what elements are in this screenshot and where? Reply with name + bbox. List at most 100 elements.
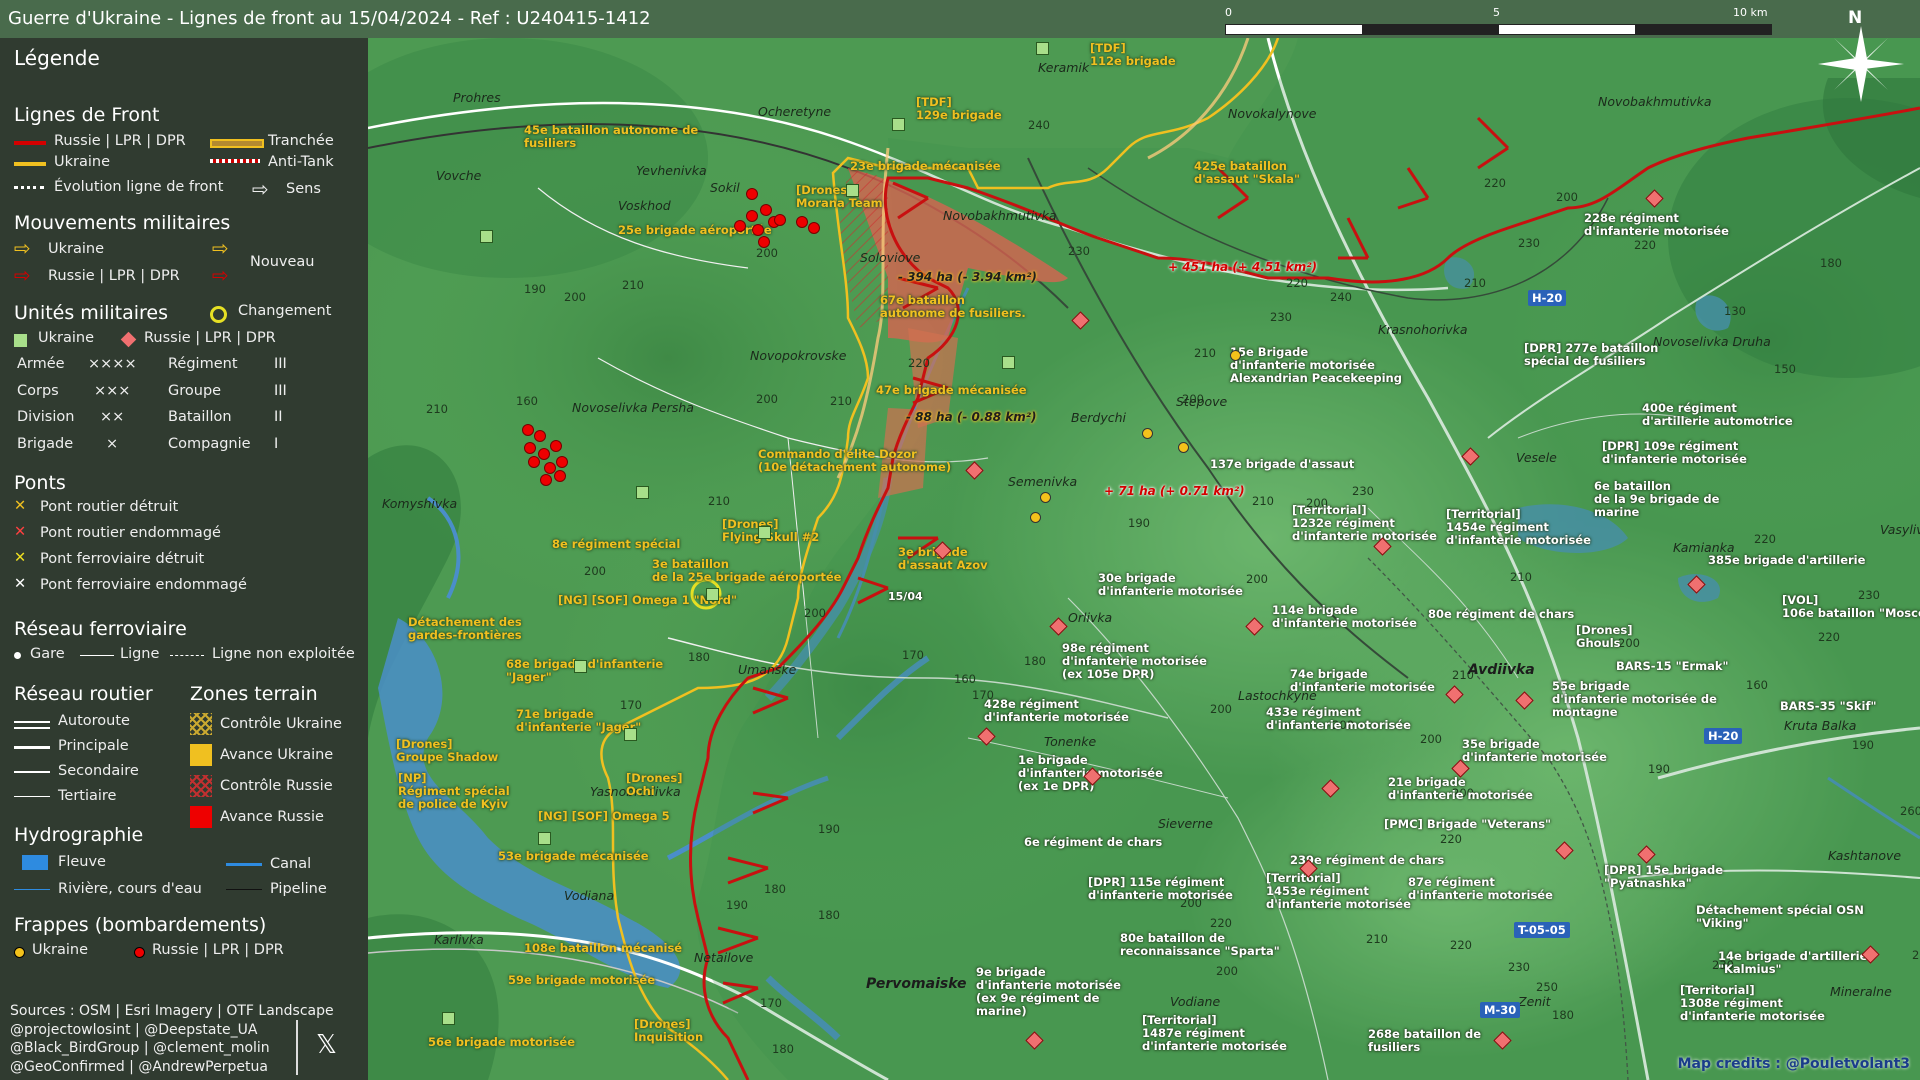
unit-ru-label[interactable]: 428e régiment d'infanterie motorisée	[984, 698, 1129, 724]
ua-unit-marker[interactable]	[574, 660, 587, 673]
echelon-label: Groupe	[168, 383, 222, 399]
ua-unit-marker[interactable]	[480, 230, 493, 243]
ua-unit-marker[interactable]	[636, 486, 649, 499]
unit-ru-label[interactable]: [DPR] 109e régiment d'infanterie motorisé…	[1602, 440, 1747, 466]
unit-ua-label[interactable]: 59e brigade motorisée	[508, 974, 655, 987]
unit-ua-label[interactable]: 47e brigade mécanisée	[876, 384, 1027, 397]
ua-unit-marker[interactable]	[1036, 42, 1049, 55]
road-badge-h20: H-20	[1528, 290, 1567, 306]
unit-ru-label[interactable]: [Territorial] 1232e régiment d'infanterie …	[1292, 504, 1437, 543]
unit-ua-label[interactable]: [NP] Régiment spécial de police de Kyiv	[398, 772, 510, 811]
ua-unit-marker[interactable]	[758, 526, 771, 539]
unit-ru-label[interactable]: 114e brigade d'infanterie motorisée	[1272, 604, 1417, 630]
unit-ru-label[interactable]: [DPR] 115e régiment d'infanterie motorisé…	[1088, 876, 1233, 902]
unit-ua-label[interactable]: Détachement des gardes-frontières	[408, 616, 522, 642]
unit-ru-label[interactable]: 6e bataillon de la 9e brigade de marine	[1594, 480, 1719, 519]
unit-ru-label[interactable]: 87e régiment d'infanterie motorisée	[1408, 876, 1553, 902]
ua-unit-marker[interactable]	[624, 728, 637, 741]
unit-ru-label[interactable]: 268e bataillon de fusiliers	[1368, 1028, 1481, 1054]
source-line[interactable]: @projectowlosint | @Deepstate_UA	[10, 1021, 334, 1040]
unit-ua-label[interactable]: [Drones] Ochi	[626, 772, 682, 798]
unit-ua-label[interactable]: [TDF] 112e brigade	[1090, 42, 1176, 68]
unit-ua-label[interactable]: 8e régiment spécial	[552, 538, 680, 551]
unit-ru-label[interactable]: [Territorial] 1308e régiment d'infanterie …	[1680, 984, 1825, 1023]
unit-ru-label[interactable]: 228e régiment d'infanterie motorisée	[1584, 212, 1729, 238]
unit-ru-label[interactable]: [Drones] Ghouls	[1576, 624, 1632, 650]
unit-ru-label[interactable]: 385e brigade d'artillerie	[1708, 554, 1865, 567]
unit-ua-label[interactable]: 45e bataillon autonome de fusiliers	[524, 124, 698, 150]
unit-ru-label[interactable]: 80e bataillon de reconnaissance "Sparta"	[1120, 932, 1280, 958]
unit-ru-label[interactable]: [PMC] Brigade "Veterans"	[1384, 818, 1551, 831]
unit-ru-label[interactable]: Détachement spécial OSN "Viking"	[1696, 904, 1864, 930]
unit-ru-label[interactable]: 98e régiment d'infanterie motorisée (ex 10…	[1062, 642, 1207, 681]
unit-ua-label[interactable]: Commando d'élite Dozor (10e détachement a…	[758, 448, 951, 474]
unit-ru-label[interactable]: 14e brigade d'artillerie "Kalmius"	[1718, 950, 1867, 976]
unit-ru-label[interactable]: [VOL]106e bataillon "Moscow"	[1782, 594, 1920, 620]
unit-ru-label[interactable]: 55e brigade d'infanterie motorisée de mont…	[1552, 680, 1717, 719]
unit-ru-label[interactable]: BARS-15 "Ermak"	[1616, 660, 1728, 673]
unit-ru-label[interactable]: [DPR] 277e bataillon spécial de fusiliers	[1524, 342, 1658, 368]
russia-line-swatch	[14, 141, 46, 145]
unit-ua-label[interactable]: [NG] [SOF] Omega 5	[538, 810, 670, 823]
unit-ua-label[interactable]: 56e brigade motorisée	[428, 1036, 575, 1049]
unit-ru-label[interactable]: 74e brigade d'infanterie motorisée	[1290, 668, 1435, 694]
road-badge-t0505: T-05-05	[1514, 922, 1570, 938]
echelon-symbol: II	[274, 409, 283, 425]
ua-unit-marker[interactable]	[846, 184, 859, 197]
echelon-label: Brigade	[17, 436, 74, 452]
unit-ru-label[interactable]: 80e régiment de chars	[1428, 608, 1574, 621]
x-logo-icon[interactable]: 𝕏	[316, 1030, 337, 1060]
ua-unit-marker[interactable]	[442, 1012, 455, 1025]
echelon-label: Compagnie	[168, 436, 251, 452]
unit-ru-label[interactable]: 35e brigade d'infanterie motorisée	[1462, 738, 1607, 764]
unit-ru-label[interactable]: [Territorial] 1453e régiment d'infanterie …	[1266, 872, 1411, 911]
elevation-label: 200	[756, 392, 778, 406]
place-novokalynove: Novokalynove	[1228, 106, 1317, 121]
source-line[interactable]: @GeoConfirmed | @AndrewPerpetua	[10, 1058, 334, 1077]
unit-ua-label[interactable]: 67e bataillon autonome de fusiliers.	[880, 294, 1026, 320]
river-big-swatch	[22, 855, 48, 870]
unit-ua-label[interactable]: [TDF] 129e brigade	[916, 96, 1002, 122]
unit-ua-label[interactable]: [Drones] Morana Team	[796, 184, 883, 210]
unit-ru-label[interactable]: [DPR] 15e brigade "Pyatnashka"	[1604, 864, 1723, 890]
unit-ru-label[interactable]: 433e régiment d'infanterie motorisée	[1266, 706, 1411, 732]
unit-ua-label[interactable]: 25e brigade aéroportée	[618, 224, 772, 237]
elevation-label: 200	[1420, 732, 1442, 746]
unit-ru-label[interactable]: [Territorial] 1454e régiment d'infanterie …	[1446, 508, 1591, 547]
place-avdiivka: Avdiivka	[1468, 662, 1535, 678]
echelon-symbol: ×××	[94, 383, 131, 399]
unit-ua-label[interactable]: 23e brigade mécanisée	[850, 160, 1001, 173]
unit-ru-label[interactable]: 9e brigade d'infanterie motorisée (ex 9e r…	[976, 966, 1121, 1018]
strike-russia	[796, 216, 808, 228]
legend-front-ukraine: Ukraine	[54, 154, 110, 170]
map-terrain	[368, 38, 1920, 1080]
unit-ru-label[interactable]: 400e régiment d'artillerie automotrice	[1642, 402, 1793, 428]
unit-ua-label[interactable]: 53e brigade mécanisée	[498, 850, 649, 863]
unit-ru-label[interactable]: 6e régiment de chars	[1024, 836, 1162, 849]
ua-unit-marker[interactable]	[1002, 356, 1015, 369]
unit-ua-label[interactable]: 108e bataillon mécanisé	[524, 942, 682, 955]
front-line-map[interactable]: Prohres Ocheretyne Keramik Novokalynove …	[368, 38, 1920, 1080]
ua-unit-marker[interactable]	[892, 118, 905, 131]
strike-russia	[528, 456, 540, 468]
legend-rail-heading: Réseau ferroviaire	[14, 618, 187, 640]
source-line[interactable]: @Black_BirdGroup | @clement_molin	[10, 1039, 334, 1058]
legend-zones-heading: Zones terrain	[190, 683, 318, 705]
unit-ua-label[interactable]: [Drones] Inquisition	[634, 1018, 703, 1044]
unit-ru-label[interactable]: 21e brigade d'infanterie motorisée	[1388, 776, 1533, 802]
ua-unit-marker[interactable]	[706, 588, 719, 601]
secondary-road-swatch	[14, 771, 50, 773]
strike-russia	[540, 474, 552, 486]
ua-unit-marker[interactable]	[538, 832, 551, 845]
unit-ua-label[interactable]: 425e bataillon d'assaut "Skala"	[1194, 160, 1300, 186]
unit-ua-label[interactable]: [Drones] Groupe Shadow	[396, 738, 498, 764]
unit-ru-label[interactable]: 15e Brigade d'infanterie motorisée Alexand…	[1230, 346, 1402, 385]
legend-strikes-russia: Russie | LPR | DPR	[152, 942, 284, 958]
unit-ru-label[interactable]: 137e brigade d'assaut	[1210, 458, 1354, 471]
unit-ua-label[interactable]: 71e brigade d'infanterie "Jager"	[516, 708, 641, 734]
unit-ua-label[interactable]: 3e bataillon de la 25e brigade aéroportée	[652, 558, 841, 584]
elevation-label: 230	[1518, 236, 1540, 250]
unit-ru-label[interactable]: 30e brigade d'infanterie motorisée	[1098, 572, 1243, 598]
unit-ru-label[interactable]: BARS-35 "Skif"	[1780, 700, 1876, 713]
unit-ru-label[interactable]: [Territorial] 1487e régiment d'infanterie …	[1142, 1014, 1287, 1053]
